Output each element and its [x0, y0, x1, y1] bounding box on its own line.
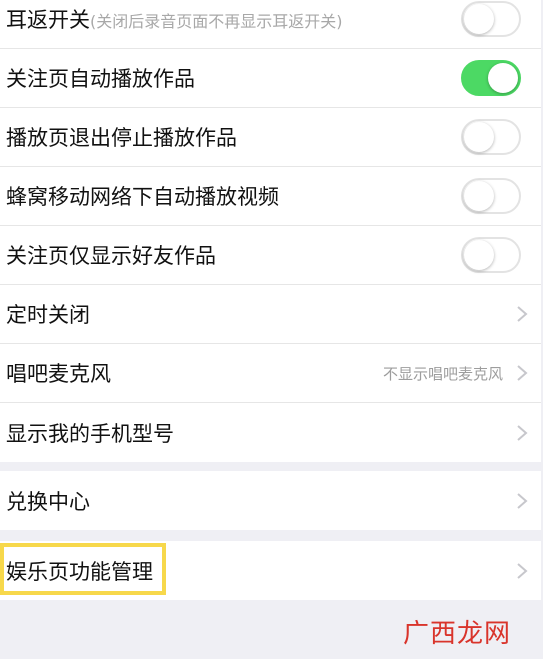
- setting-note: (关闭后录音页面不再显示耳返开关): [90, 12, 343, 31]
- setting-row-microphone[interactable]: 唱吧麦克风 不显示唱吧麦克风: [0, 344, 541, 403]
- setting-label: 唱吧麦克风: [6, 362, 111, 386]
- setting-label: 蜂窝移动网络下自动播放视频: [6, 185, 279, 209]
- toggle-knob: [464, 181, 494, 211]
- setting-row-friends-only[interactable]: 关注页仅显示好友作品: [0, 226, 541, 285]
- chevron-right-icon: [517, 562, 528, 579]
- setting-label: 播放页退出停止播放作品: [6, 126, 237, 150]
- cellular-autoplay-toggle[interactable]: [461, 178, 521, 214]
- setting-label: 显示我的手机型号: [6, 421, 174, 446]
- settings-group-3: 娱乐页功能管理: [0, 541, 541, 600]
- setting-row-ear-return[interactable]: 耳返开关(关闭后录音页面不再显示耳返开关): [0, 0, 541, 49]
- setting-label: 定时关闭: [6, 303, 90, 327]
- ear-return-toggle[interactable]: [461, 1, 521, 37]
- setting-value: 不显示唱吧麦克风: [382, 364, 503, 383]
- settings-group-1: 耳返开关(关闭后录音页面不再显示耳返开关) 关注页自动播放作品 播放页退出停止播…: [0, 0, 541, 462]
- chevron-right-icon: [517, 306, 528, 322]
- setting-row-stop-on-exit[interactable]: 播放页退出停止播放作品: [0, 108, 541, 167]
- toggle-knob: [488, 63, 518, 93]
- setting-row-phone-model[interactable]: 显示我的手机型号: [0, 403, 541, 462]
- setting-row-entertainment-management[interactable]: 娱乐页功能管理: [0, 541, 541, 600]
- toggle-knob: [464, 240, 494, 270]
- setting-label: 关注页自动播放作品: [6, 67, 195, 91]
- setting-row-timer-off[interactable]: 定时关闭: [0, 285, 541, 344]
- setting-label: 兑换中心: [6, 489, 90, 514]
- watermark-text: 广西龙网: [402, 619, 511, 649]
- setting-row-follow-autoplay[interactable]: 关注页自动播放作品: [0, 49, 541, 108]
- toggle-knob: [464, 122, 494, 152]
- setting-label: 娱乐页功能管理: [6, 559, 153, 584]
- chevron-right-icon: [517, 365, 528, 381]
- setting-label: 耳返开关(关闭后录音页面不再显示耳返开关): [6, 4, 343, 34]
- setting-label: 关注页仅显示好友作品: [6, 244, 216, 268]
- chevron-right-icon: [517, 492, 528, 509]
- toggle-knob: [464, 4, 494, 34]
- chevron-right-icon: [517, 424, 528, 441]
- friends-only-toggle[interactable]: [461, 237, 521, 273]
- follow-autoplay-toggle[interactable]: [461, 60, 521, 96]
- setting-row-cellular-autoplay[interactable]: 蜂窝移动网络下自动播放视频: [0, 167, 541, 226]
- settings-group-2: 兑换中心: [0, 471, 541, 530]
- setting-row-redeem-center[interactable]: 兑换中心: [0, 471, 541, 530]
- stop-on-exit-toggle[interactable]: [461, 119, 521, 155]
- setting-title: 耳返开关: [6, 8, 90, 32]
